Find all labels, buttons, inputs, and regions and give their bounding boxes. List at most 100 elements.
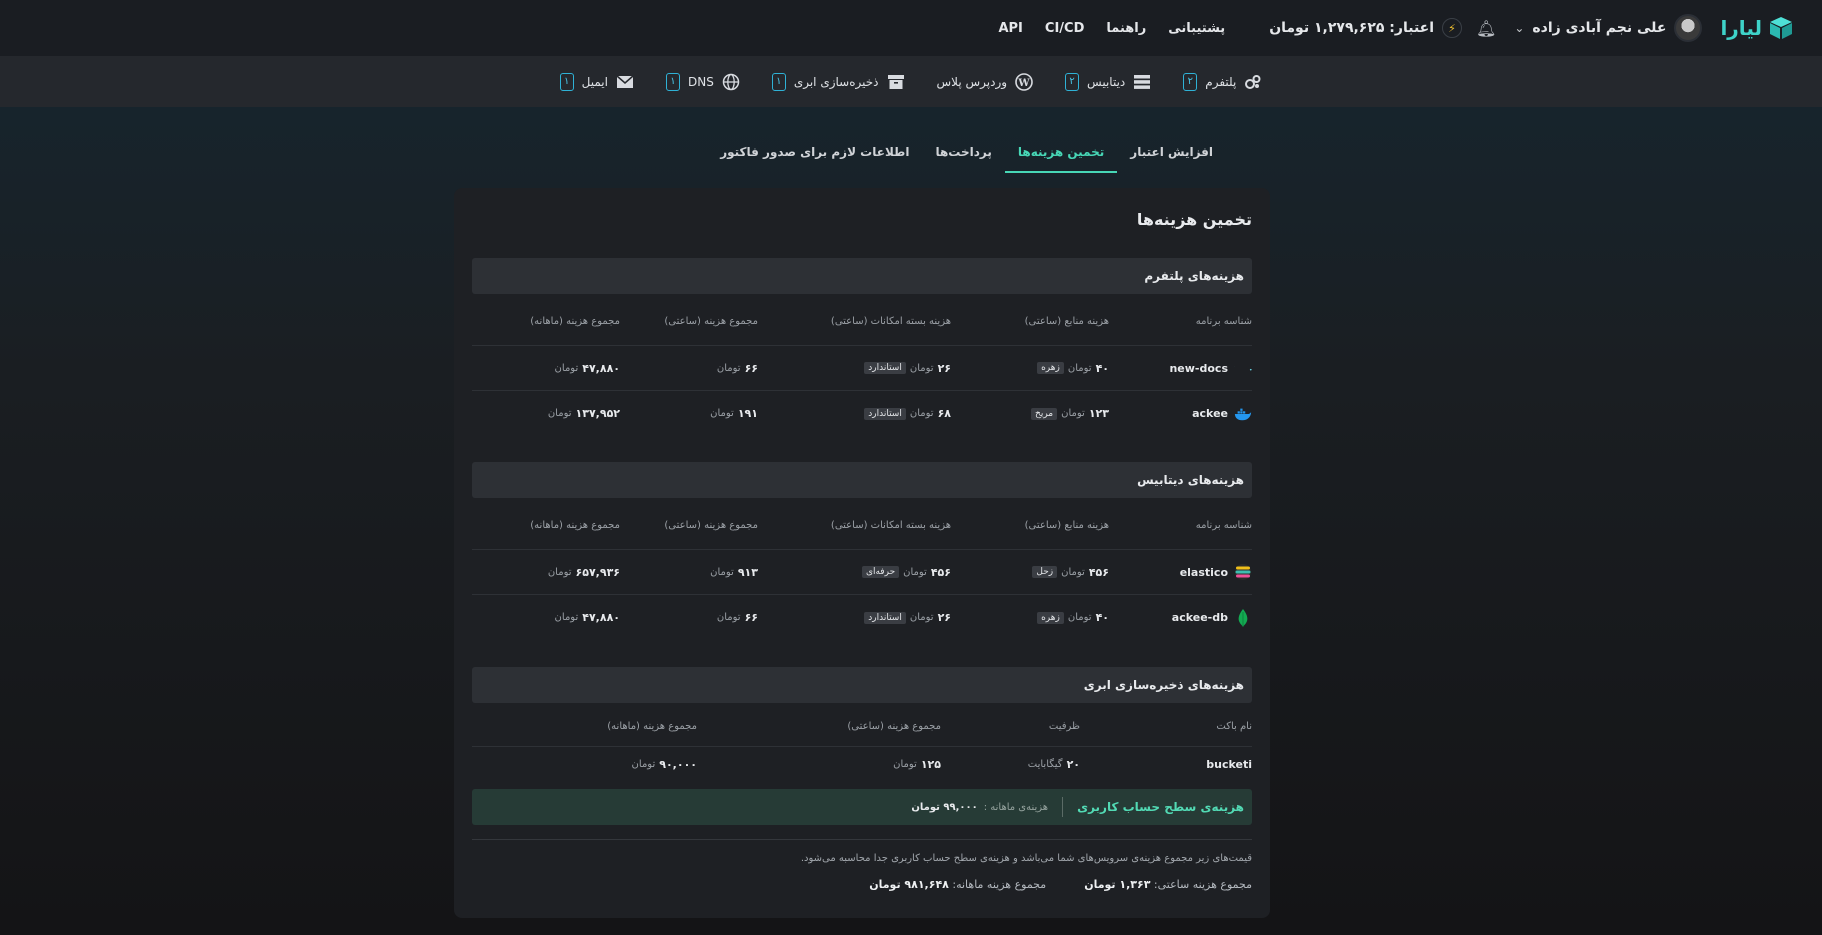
docker-icon	[1234, 405, 1252, 423]
wordpress-icon: W	[1015, 72, 1033, 91]
service-wordpress[interactable]: W وردپرس پلاس	[937, 72, 1034, 91]
currency-label: تومان	[547, 408, 572, 419]
hourly-cost: ۶۶ تومان	[717, 595, 758, 640]
services-bar: پلتفرم ۲ دیتابیس ۲ W وردپرس پلاس ذخیره‌س…	[0, 56, 1822, 107]
plan-badge: زهره	[1037, 362, 1064, 374]
monthly-label: هزینه‌ی ماهانه :	[983, 801, 1049, 813]
monthly-total-label: مجموع هزینه ماهانه:	[952, 878, 1047, 891]
monthly-value: ۴۷,۸۸۰	[582, 361, 620, 375]
header-resource: هزینه منابع (ساعتی)	[1024, 520, 1109, 531]
hourly-total-label: مجموع هزینه ساعتی:	[1153, 878, 1252, 891]
monthly-cost: ۶۵۷,۹۳۶ تومان	[548, 550, 620, 594]
monthly-cost: ۴۷,۸۸۰ تومان	[555, 595, 620, 640]
resource-value: ۴۰	[1095, 361, 1109, 375]
brand-name: لیارا	[1720, 16, 1762, 40]
package-cost: ۶۸ تومان استاندارد	[864, 391, 951, 436]
monthly-cost: ۱۳۷,۹۵۲ تومان	[548, 391, 620, 436]
app-cell[interactable]: NEXT new-docs	[1142, 346, 1252, 390]
currency-label: تومان	[1067, 362, 1092, 374]
tab-invoice-info[interactable]: اطلاعات لازم برای صدور فاکتور	[707, 137, 922, 173]
hourly-cost: ۱۲۵ تومان	[893, 747, 941, 781]
table-row: NEXT new-docs ۴۰ تومان زهره ۲۶ تومان است…	[472, 346, 1252, 391]
bucket-name[interactable]: bucketi	[1194, 747, 1252, 781]
service-database[interactable]: دیتابیس ۲	[1065, 72, 1151, 91]
service-label: دیتابیس	[1087, 74, 1126, 89]
service-object-storage[interactable]: ذخیره‌سازی ابری ۱	[771, 72, 905, 91]
nextjs-icon: NEXT	[1234, 359, 1252, 377]
currency-label: تومان	[710, 566, 734, 578]
support-link[interactable]: پشتیبانی	[1168, 21, 1225, 36]
table-header-row: نام باکت ظرفیت مجموع هزینه (ساعتی) مجموع…	[472, 707, 1252, 747]
monthly-total: مجموع هزینه ماهانه: ۹۸۱,۶۴۸ تومان	[869, 878, 1046, 891]
user-menu[interactable]: علی نجم آبادی زاده ⌄	[1514, 14, 1703, 42]
account-level-cost: هزینه‌ی سطح حساب کاربری هزینه‌ی ماهانه :…	[472, 789, 1252, 825]
currency-label: تومان	[909, 362, 934, 374]
database-table: شناسه برنامه هزینه منابع (ساعتی) هزینه ب…	[472, 502, 1252, 640]
currency-label: تومان	[909, 612, 934, 623]
hourly-cost: ۶۶ تومان	[717, 346, 758, 390]
currency-label: تومان	[716, 362, 741, 374]
chevron-down-icon: ⌄	[1514, 21, 1525, 35]
bell-icon[interactable]: 🔔︎	[1476, 19, 1496, 38]
capacity-cell: ۲۰ گیگابایت	[1028, 747, 1080, 781]
table-row: elastico ۴۵۶ تومان زحل ۴۵۶ تومان حرفه‌ای…	[472, 550, 1252, 595]
service-platform[interactable]: پلتفرم ۲	[1183, 72, 1262, 91]
mail-icon	[616, 73, 634, 91]
monthly-value: ۶۵۷,۹۳۶	[575, 565, 620, 579]
service-label: پلتفرم	[1205, 74, 1237, 89]
lightning-icon[interactable]: ⚡︎	[1442, 18, 1463, 38]
plan-badge: زهره	[1037, 611, 1064, 624]
app-name: ackee-db	[1171, 611, 1228, 624]
count-badge: ۲	[1183, 72, 1198, 91]
package-cost: ۲۶ تومان استاندارد	[864, 595, 951, 640]
elastic-icon	[1234, 563, 1252, 581]
api-link[interactable]: API	[998, 21, 1022, 36]
avatar	[1674, 14, 1703, 42]
header-monthly: مجموع هزینه (ماهانه)	[530, 520, 620, 531]
section-title: هزینه‌های ذخیره‌سازی ابری	[1083, 678, 1244, 692]
package-value: ۲۶	[937, 611, 951, 624]
monthly-cost: ۹۰,۰۰۰ تومان	[632, 747, 697, 781]
app-cell[interactable]: ackee	[1142, 391, 1252, 436]
resource-cost: ۴۰ تومان زهره	[1037, 595, 1109, 640]
credit-balance: اعتبار: ۱,۲۷۹,۶۲۵ تومان	[1269, 20, 1435, 36]
monthly-value: ۹۹,۰۰۰ تومان	[911, 801, 978, 813]
tab-payments[interactable]: پرداخت‌ها	[922, 137, 1004, 173]
hourly-value: ۱۹۱	[737, 407, 758, 420]
plan-badge: حرفه‌ای	[861, 566, 900, 578]
header-package: هزینه بسته امکانات (ساعتی)	[830, 520, 951, 531]
count-badge: ۱	[771, 72, 786, 91]
cogs-icon	[1244, 73, 1262, 91]
header-monthly: مجموع هزینه (ماهانه)	[607, 721, 697, 732]
service-email[interactable]: ایمیل ۱	[559, 72, 634, 91]
app-name: elastico	[1179, 565, 1228, 579]
package-value: ۲۶	[937, 361, 951, 375]
currency-label: تومان	[893, 758, 917, 770]
archive-icon	[887, 73, 905, 91]
package-cost: ۴۵۶ تومان حرفه‌ای	[861, 550, 951, 594]
header-hourly: مجموع هزینه (ساعتی)	[664, 316, 758, 327]
svg-text:W: W	[1017, 78, 1030, 89]
totals: مجموع هزینه ساعتی: ۱,۳۶۳ تومان مجموع هزی…	[869, 878, 1252, 891]
monthly-value: ۴۷,۸۸۰	[582, 611, 620, 624]
app-name: new-docs	[1169, 361, 1228, 375]
cicd-link[interactable]: CI/CD	[1045, 21, 1084, 36]
section-title: هزینه‌های دیتابیس	[1137, 473, 1244, 487]
app-cell[interactable]: ackee-db	[1142, 595, 1252, 640]
resource-value: ۴۰	[1095, 611, 1109, 624]
top-navbar: لیارا علی نجم آبادی زاده ⌄ 🔔︎ ⚡︎ اعتبار:…	[0, 0, 1822, 56]
tab-add-credit[interactable]: افزایش اعتبار	[1117, 137, 1226, 173]
brand-logo[interactable]: لیارا	[1720, 15, 1794, 41]
docs-link[interactable]: راهنما	[1106, 21, 1146, 36]
table-row: bucketi ۲۰ گیگابایت ۱۲۵ تومان ۹۰,۰۰۰ توم…	[472, 747, 1252, 781]
account-level-label: هزینه‌ی سطح حساب کاربری	[1077, 800, 1244, 814]
service-dns[interactable]: DNS ۱	[665, 72, 740, 91]
package-value: ۴۵۶	[930, 565, 951, 579]
package-value: ۶۸	[937, 407, 951, 420]
hourly-value: ۹۱۳	[737, 565, 758, 579]
count-badge: ۲	[1065, 72, 1080, 91]
plan-badge: استاندارد	[864, 611, 906, 624]
currency-label: تومان	[716, 612, 741, 623]
app-cell[interactable]: elastico	[1142, 550, 1252, 594]
tab-cost-estimate[interactable]: تخمین هزینه‌ها	[1004, 137, 1118, 173]
